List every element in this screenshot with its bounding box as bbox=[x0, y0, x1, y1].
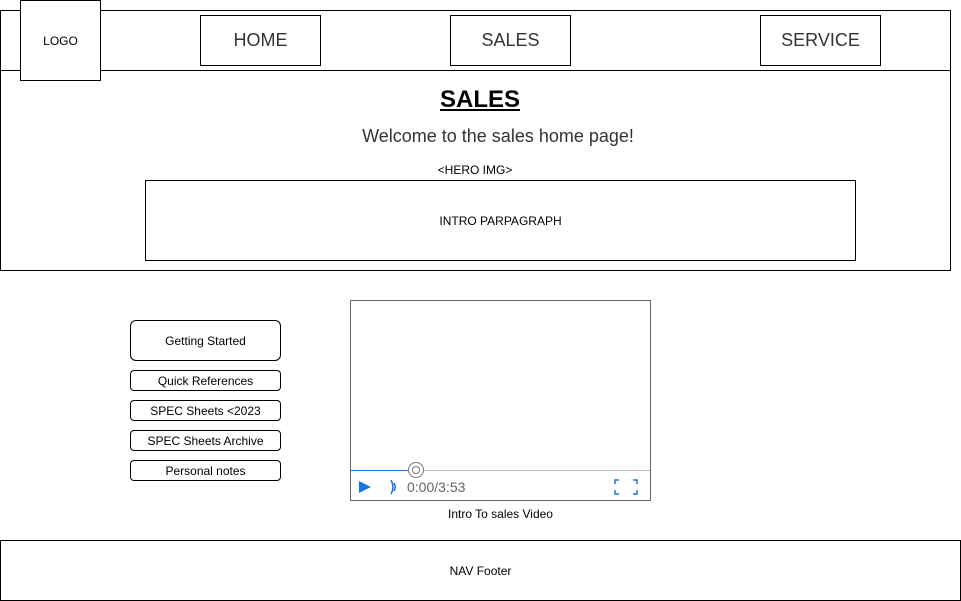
intro-paragraph-box: INTRO PARPAGRAPH bbox=[145, 180, 856, 261]
intro-paragraph-text: INTRO PARPAGRAPH bbox=[439, 213, 562, 228]
nav-home-button[interactable]: HOME bbox=[200, 15, 321, 66]
nav-sales-label: SALES bbox=[481, 30, 540, 50]
spec-sheets-archive-button[interactable]: SPEC Sheets Archive bbox=[130, 430, 281, 451]
video-progress-fill bbox=[351, 470, 416, 471]
nav-footer: NAV Footer bbox=[0, 540, 961, 601]
fullscreen-icon[interactable] bbox=[613, 478, 639, 496]
getting-started-button[interactable]: Getting Started bbox=[130, 320, 281, 361]
hero-image-placeholder: <HERO IMG> bbox=[437, 163, 513, 177]
play-icon[interactable] bbox=[357, 479, 373, 495]
welcome-text: Welcome to the sales home page! bbox=[362, 126, 634, 146]
personal-notes-button[interactable]: Personal notes bbox=[130, 460, 281, 481]
personal-notes-label: Personal notes bbox=[165, 463, 246, 478]
spec-sheets-archive-label: SPEC Sheets Archive bbox=[147, 433, 264, 448]
getting-started-label: Getting Started bbox=[165, 333, 246, 348]
nav-home-label: HOME bbox=[233, 30, 288, 50]
video-player[interactable]: 0:00/3:53 bbox=[350, 300, 651, 501]
spec-sheets-2023-label: SPEC Sheets <2023 bbox=[150, 403, 261, 418]
video-time: 0:00/3:53 bbox=[407, 479, 466, 495]
quick-references-label: Quick References bbox=[157, 373, 254, 388]
nav-service-button[interactable]: SERVICE bbox=[760, 15, 881, 66]
video-progress-thumb[interactable] bbox=[407, 462, 424, 478]
quick-references-button[interactable]: Quick References bbox=[130, 370, 281, 391]
page-title: SALES bbox=[439, 86, 520, 113]
logo[interactable]: LOGO bbox=[20, 0, 101, 81]
video-progress-bar[interactable] bbox=[351, 462, 650, 478]
nav-footer-label: NAV Footer bbox=[449, 563, 512, 578]
nav-service-label: SERVICE bbox=[781, 30, 860, 50]
spec-sheets-2023-button[interactable]: SPEC Sheets <2023 bbox=[130, 400, 281, 421]
video-caption: Intro To sales Video bbox=[448, 507, 553, 521]
nav-sales-button[interactable]: SALES bbox=[450, 15, 571, 66]
logo-text: LOGO bbox=[43, 33, 78, 48]
volume-icon[interactable] bbox=[387, 478, 401, 496]
